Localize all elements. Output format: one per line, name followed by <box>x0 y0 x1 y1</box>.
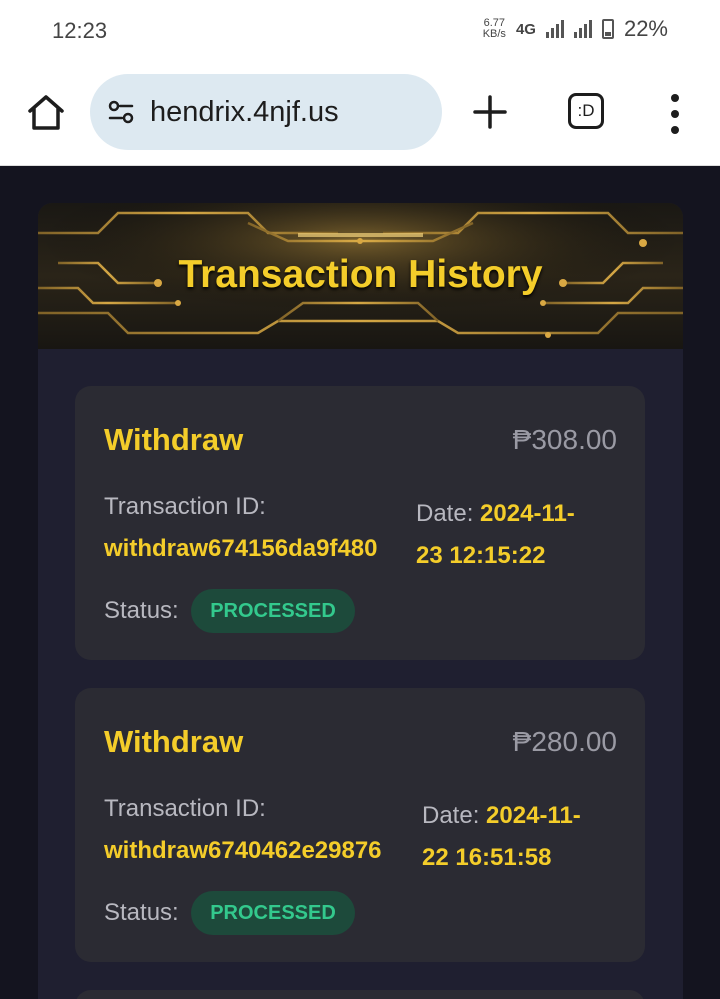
transaction-amount: ₱280.00 <box>512 726 617 757</box>
status-label: Status: <box>104 899 179 926</box>
transaction-id: withdraw6740462e29876 <box>104 837 382 864</box>
signal-icon <box>545 20 564 38</box>
transaction-type: Withdraw <box>104 422 244 457</box>
page-content: Transaction History Withdraw ₱308.00 Tra… <box>0 167 720 999</box>
transaction-card[interactable]: Withdraw ₱280.00 Transaction ID: withdra… <box>75 688 645 962</box>
page-title: Transaction History <box>178 253 543 296</box>
new-tab-icon[interactable] <box>470 92 510 132</box>
status-bar: 12:23 6.77 KB/s 4G 22% <box>0 0 720 62</box>
signal-icon-2 <box>573 20 592 38</box>
date-value-line2: 23 12:15:22 <box>416 542 546 569</box>
transaction-date: Date: 2024-11- 23 12:15:22 <box>416 493 575 577</box>
battery-level: 22% <box>623 16 668 41</box>
browser-toolbar: hendrix.4njf.us :D <box>0 62 720 166</box>
date-value-line1: 2024-11- <box>486 802 581 829</box>
battery-icon <box>601 19 614 39</box>
transaction-id-label: Transaction ID: <box>104 795 266 822</box>
transaction-type: Withdraw <box>104 724 244 759</box>
header-banner: Transaction History <box>38 203 683 349</box>
status-badge: PROCESSED <box>191 891 355 935</box>
transaction-amount: ₱308.00 <box>512 424 617 455</box>
status-icons: 6.77 KB/s 4G 22% <box>483 16 668 42</box>
status-badge: PROCESSED <box>191 589 355 633</box>
transaction-card[interactable]: Withdraw ₱308.00 Transaction ID: withdra… <box>75 386 645 660</box>
more-menu-icon[interactable] <box>668 94 682 134</box>
date-label: Date: <box>422 802 480 829</box>
tab-switcher-button[interactable]: :D <box>568 93 604 129</box>
date-value-line2: 22 16:51:58 <box>422 844 552 871</box>
transaction-id: withdraw674156da9f480 <box>104 535 378 562</box>
net-speed: 6.77 KB/s <box>483 18 506 40</box>
transaction-id-label: Transaction ID: <box>104 493 266 520</box>
transaction-date: Date: 2024-11- 22 16:51:58 <box>422 795 581 879</box>
url-text[interactable]: hendrix.4njf.us <box>150 96 339 129</box>
status-label: Status: <box>104 597 179 624</box>
history-panel: Transaction History Withdraw ₱308.00 Tra… <box>38 203 683 999</box>
date-value-line1: 2024-11- <box>480 500 575 527</box>
date-label: Date: <box>416 500 474 527</box>
address-bar[interactable]: hendrix.4njf.us <box>90 74 442 150</box>
home-icon[interactable] <box>24 90 68 134</box>
transaction-card[interactable] <box>75 990 645 999</box>
clock: 12:23 <box>52 18 108 43</box>
site-settings-icon[interactable] <box>106 97 136 127</box>
network-type: 4G <box>515 20 536 38</box>
net-speed-unit: KB/s <box>482 28 506 40</box>
